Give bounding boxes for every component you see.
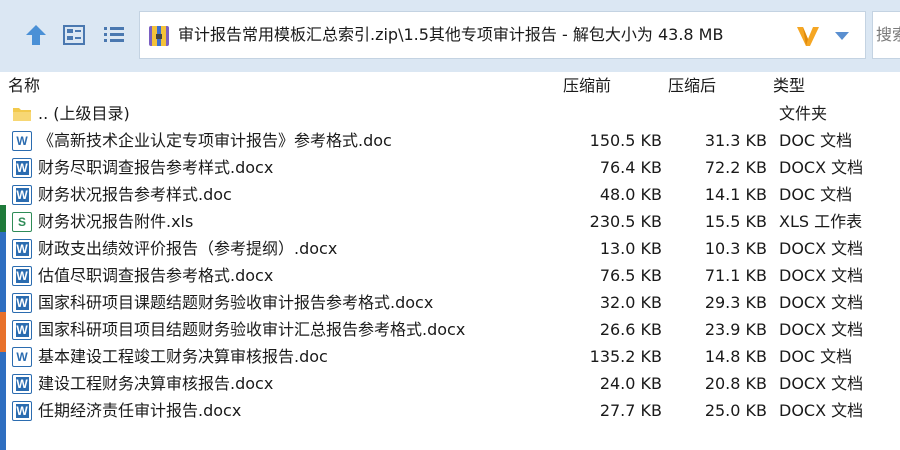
word-icon: W — [12, 266, 32, 286]
file-packed-size: 13.0 KB — [599, 239, 662, 258]
list-item[interactable]: S 财务状况报告附件.xls 230.5 KB 15.5 KB XLS 工作表 — [0, 208, 900, 235]
file-type: DOCX 文档 — [779, 239, 864, 258]
file-packed-size: 27.7 KB — [599, 401, 662, 420]
word-icon: W — [12, 374, 32, 394]
file-type: XLS 工作表 — [779, 212, 863, 231]
file-name: 建设工程财务决算审核报告.docx — [38, 374, 274, 393]
address-path: 审计报告常用模板汇总索引.zip\1.5其他专项审计报告 - 解包大小为 43.… — [178, 25, 724, 44]
address-dropdown-button[interactable] — [830, 24, 854, 48]
v-logo-icon[interactable] — [795, 24, 821, 48]
list-item[interactable]: W 国家科研项目项目结题财务验收审计汇总报告参考格式.docx 26.6 KB … — [0, 316, 900, 343]
file-list: .. (上级目录) 文件夹 W 《高新技术企业认定专项审计报告》参考格式.doc… — [0, 100, 900, 424]
file-original-size: 72.2 KB — [704, 158, 767, 177]
file-name: 《高新技术企业认定专项审计报告》参考格式.doc — [38, 131, 392, 150]
file-original-size: 14.1 KB — [704, 185, 767, 204]
file-packed-size: 230.5 KB — [589, 212, 662, 231]
list-item[interactable]: W 任期经济责任审计报告.docx 27.7 KB 25.0 KB DOCX 文… — [0, 397, 900, 424]
file-type: DOCX 文档 — [779, 266, 864, 285]
file-original-size: 15.5 KB — [704, 212, 767, 231]
search-placeholder: 搜索 — [876, 25, 900, 44]
folder-icon — [13, 108, 31, 121]
file-name: 基本建设工程竣工财务决算审核报告.doc — [38, 347, 328, 366]
list-item[interactable]: W 财务尽职调查报告参考样式.docx 76.4 KB 72.2 KB DOCX… — [0, 154, 900, 181]
file-name: 财务状况报告附件.xls — [38, 212, 194, 231]
file-packed-size: 135.2 KB — [589, 347, 662, 366]
column-original[interactable]: 压缩后 — [668, 72, 716, 100]
chevron-down-icon — [835, 32, 849, 40]
list-item[interactable]: W 国家科研项目课题结题财务验收审计报告参考格式.docx 32.0 KB 29… — [0, 289, 900, 316]
doc-icon: W — [12, 347, 32, 367]
list-item[interactable]: W 基本建设工程竣工财务决算审核报告.doc 135.2 KB 14.8 KB … — [0, 343, 900, 370]
file-original-size: 20.8 KB — [704, 374, 767, 393]
file-original-size: 25.0 KB — [704, 401, 767, 420]
list-item[interactable]: W 财政支出绩效评价报告（参考提纲）.docx 13.0 KB 10.3 KB … — [0, 235, 900, 262]
file-name: 财务状况报告参考样式.doc — [38, 185, 232, 204]
word-icon: W — [12, 185, 32, 205]
file-type: DOCX 文档 — [779, 293, 864, 312]
column-packed[interactable]: 压缩前 — [563, 72, 611, 100]
column-name[interactable]: 名称 — [8, 72, 40, 100]
column-type[interactable]: 类型 — [773, 72, 805, 100]
file-name: .. (上级目录) — [38, 104, 130, 123]
up-button[interactable] — [19, 18, 53, 52]
word-icon: W — [12, 239, 32, 259]
list-item[interactable]: W 建设工程财务决算审核报告.docx 24.0 KB 20.8 KB DOCX… — [0, 370, 900, 397]
file-original-size: 71.1 KB — [704, 266, 767, 285]
list-item[interactable]: W 财务状况报告参考样式.doc 48.0 KB 14.1 KB DOC 文档 — [0, 181, 900, 208]
file-name: 财务尽职调查报告参考样式.docx — [38, 158, 274, 177]
search-box[interactable]: 搜索 — [872, 11, 900, 59]
toolbar: 审计报告常用模板汇总索引.zip\1.5其他专项审计报告 - 解包大小为 43.… — [0, 0, 900, 72]
file-name: 估值尽职调查报告参考格式.docx — [38, 266, 274, 285]
file-packed-size: 26.6 KB — [599, 320, 662, 339]
file-name: 国家科研项目项目结题财务验收审计汇总报告参考格式.docx — [38, 320, 466, 339]
file-original-size: 10.3 KB — [704, 239, 767, 258]
archive-icon — [149, 26, 169, 46]
file-packed-size: 76.5 KB — [599, 266, 662, 285]
word-icon: W — [12, 401, 32, 421]
file-original-size: 31.3 KB — [704, 131, 767, 150]
excel-icon: S — [12, 212, 32, 232]
file-packed-size: 24.0 KB — [599, 374, 662, 393]
column-header: 名称 压缩前 压缩后 类型 — [0, 72, 900, 100]
file-type: DOC 文档 — [779, 185, 853, 204]
list-item-parent[interactable]: .. (上级目录) 文件夹 — [0, 100, 900, 127]
file-packed-size: 48.0 KB — [599, 185, 662, 204]
file-packed-size: 32.0 KB — [599, 293, 662, 312]
list-item[interactable]: W 估值尽职调查报告参考格式.docx 76.5 KB 71.1 KB DOCX… — [0, 262, 900, 289]
list-view-button[interactable] — [97, 18, 131, 52]
doc-icon: W — [12, 131, 32, 151]
file-packed-size: 76.4 KB — [599, 158, 662, 177]
word-icon: W — [12, 320, 32, 340]
file-original-size: 29.3 KB — [704, 293, 767, 312]
view-mode-icon — [63, 25, 85, 45]
list-icon — [104, 27, 124, 42]
file-type: DOC 文档 — [779, 347, 853, 366]
file-type: DOCX 文档 — [779, 374, 864, 393]
file-original-size: 23.9 KB — [704, 320, 767, 339]
file-type: DOCX 文档 — [779, 401, 864, 420]
file-name: 财政支出绩效评价报告（参考提纲）.docx — [38, 239, 338, 258]
word-icon: W — [12, 293, 32, 313]
word-icon: W — [12, 158, 32, 178]
address-bar[interactable]: 审计报告常用模板汇总索引.zip\1.5其他专项审计报告 - 解包大小为 43.… — [139, 11, 866, 59]
file-original-size: 14.8 KB — [704, 347, 767, 366]
view-mode-button[interactable] — [57, 18, 91, 52]
file-name: 任期经济责任审计报告.docx — [38, 401, 242, 420]
file-type: DOC 文档 — [779, 131, 853, 150]
list-item[interactable]: W 《高新技术企业认定专项审计报告》参考格式.doc 150.5 KB 31.3… — [0, 127, 900, 154]
background-window-edge — [0, 205, 6, 450]
file-name: 国家科研项目课题结题财务验收审计报告参考格式.docx — [38, 293, 434, 312]
file-type: DOCX 文档 — [779, 320, 864, 339]
arrow-up-icon — [26, 25, 46, 45]
file-type: DOCX 文档 — [779, 158, 864, 177]
file-packed-size: 150.5 KB — [589, 131, 662, 150]
file-type: 文件夹 — [779, 104, 828, 123]
